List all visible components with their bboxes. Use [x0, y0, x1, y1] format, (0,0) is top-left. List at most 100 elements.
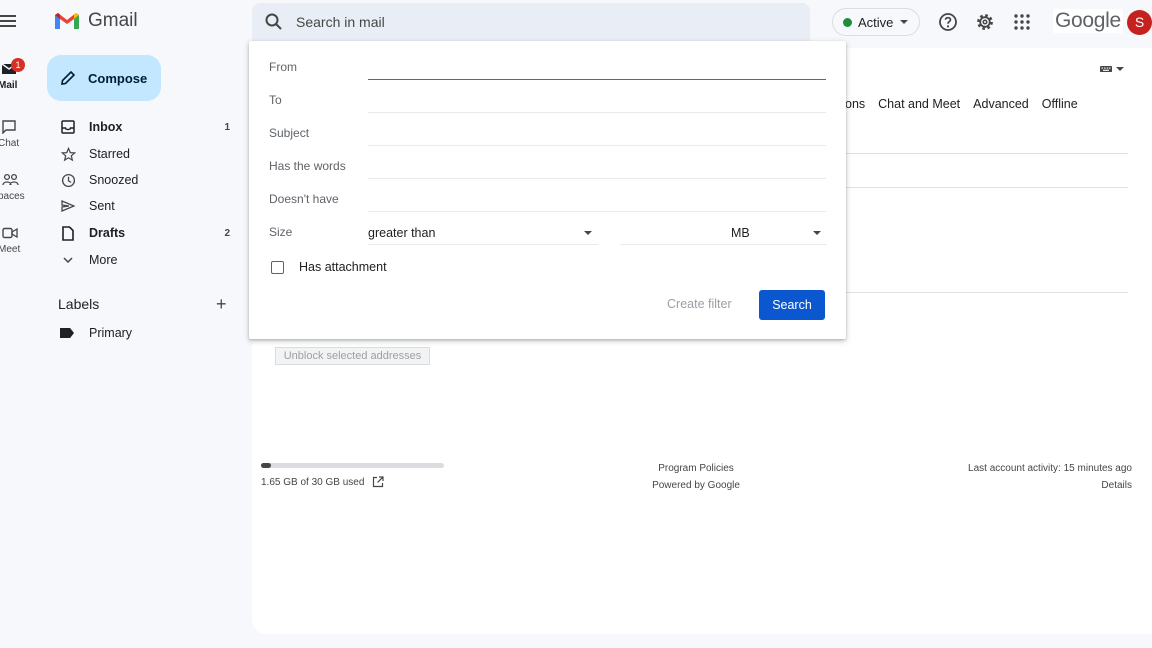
size-operator-value: greater than: [368, 225, 436, 240]
status-dot: [843, 17, 852, 27]
rail-meet-label: Meet: [0, 244, 21, 255]
to-input[interactable]: [368, 89, 826, 113]
divider: [846, 153, 1128, 154]
rail-spaces[interactable]: paces: [0, 173, 38, 202]
open-external-icon[interactable]: [372, 476, 385, 488]
has-words-label: Has the words: [269, 159, 346, 173]
size-row: Size greater than MB: [269, 217, 827, 247]
subject-input[interactable]: [368, 122, 826, 146]
chevron-down-icon: [60, 252, 76, 268]
nav-item-snoozed[interactable]: Snoozed: [60, 167, 236, 193]
clock-icon: [60, 172, 76, 188]
pencil-icon: [61, 70, 76, 85]
google-wordmark: Google: [1055, 9, 1121, 32]
caret-down-icon: [900, 20, 909, 24]
status-label: Active: [858, 14, 894, 30]
google-account-logo[interactable]: Google: [1053, 9, 1123, 33]
last-activity-text: Last account activity: 15 minutes ago: [968, 463, 1132, 474]
tab-chat-and-meet[interactable]: Chat and Meet: [878, 97, 960, 111]
has-attachment-option: Has attachment: [271, 260, 387, 274]
send-icon: [60, 198, 76, 214]
has-attachment-checkbox[interactable]: [271, 260, 284, 274]
doesnt-have-input[interactable]: [368, 188, 826, 212]
search-input[interactable]: [296, 14, 776, 30]
from-input[interactable]: [368, 56, 826, 80]
storage-bar-fill: [261, 463, 272, 468]
nav-count: 1: [224, 121, 230, 133]
size-operator-select[interactable]: greater than: [368, 221, 598, 245]
video-camera-icon: [2, 226, 20, 242]
has-words-row: Has the words: [269, 151, 826, 181]
divider: [846, 292, 1128, 293]
settings-tabs: ons Chat and Meet Advanced Offline: [845, 97, 1078, 111]
nav-item-more[interactable]: More: [60, 247, 236, 273]
nav-item-drafts[interactable]: Drafts 2: [60, 220, 236, 246]
from-label: From: [269, 60, 297, 74]
nav-item-starred[interactable]: Starred: [60, 141, 236, 167]
doesnt-have-label: Doesn't have: [269, 192, 339, 206]
rail-chat-label: Chat: [0, 138, 20, 149]
nav-item-sent[interactable]: Sent: [60, 193, 236, 219]
account-activity: Last account activity: 15 minutes ago De…: [968, 460, 1132, 494]
draft-icon: [60, 225, 76, 241]
size-unit-value: MB: [731, 225, 750, 240]
settings-gear-icon[interactable]: [975, 12, 995, 32]
to-row: To: [269, 85, 826, 115]
caret-down-icon: [584, 230, 592, 235]
tab-offline[interactable]: Offline: [1042, 97, 1078, 111]
status-selector[interactable]: Active: [832, 8, 920, 36]
rail-meet[interactable]: Meet: [0, 226, 38, 255]
storage-info: 1.65 GB of 30 GB used: [261, 476, 385, 488]
divider: [846, 187, 1128, 188]
label-name: Primary: [89, 326, 133, 340]
compose-button[interactable]: Compose: [47, 55, 161, 101]
search-options-panel: From To Subject Has the words Doesn't ha…: [249, 41, 846, 339]
search-bar: [252, 3, 810, 41]
to-label: To: [269, 93, 282, 107]
gmail-logo[interactable]: Gmail: [54, 10, 138, 32]
compose-label: Compose: [88, 70, 148, 86]
storage-bar: [261, 463, 444, 468]
apps-grid-icon[interactable]: [1012, 12, 1032, 32]
powered-by-text: Powered by Google: [652, 480, 740, 491]
storage-text: 1.65 GB of 30 GB used: [261, 476, 365, 488]
label-tag-icon: [60, 328, 74, 338]
search-icon[interactable]: [264, 12, 284, 32]
star-icon: [60, 146, 76, 162]
account-avatar[interactable]: S: [1127, 10, 1152, 35]
chat-icon: [2, 120, 20, 136]
main-menu-icon[interactable]: [0, 12, 18, 30]
create-filter-button[interactable]: Create filter: [667, 297, 732, 311]
tab-advanced[interactable]: Advanced: [973, 97, 1029, 111]
app-name: Gmail: [88, 10, 138, 31]
label-item-primary[interactable]: Primary: [60, 326, 132, 340]
plus-icon[interactable]: +: [216, 294, 227, 315]
caret-down-icon: [1116, 67, 1124, 71]
nav-label: Inbox: [89, 120, 123, 134]
has-words-input[interactable]: [368, 155, 826, 179]
subject-label: Subject: [269, 126, 310, 140]
inbox-icon: [60, 119, 76, 135]
details-link[interactable]: Details: [968, 477, 1132, 494]
program-policies-link[interactable]: Program Policies: [630, 460, 762, 477]
help-icon[interactable]: [938, 12, 958, 32]
rail-mail[interactable]: 1 Mail: [0, 58, 38, 91]
nav-label: Snoozed: [89, 173, 139, 187]
nav-label: Starred: [89, 147, 130, 161]
footer-links: Program Policies Powered by Google: [630, 460, 762, 494]
labels-heading: Labels: [58, 296, 100, 312]
nav-label: More: [89, 253, 118, 267]
size-unit-select[interactable]: MB: [731, 221, 827, 245]
size-value-input[interactable]: [620, 221, 738, 245]
tab-partial[interactable]: ons: [845, 97, 865, 111]
rail-spaces-label: paces: [0, 191, 25, 202]
has-attachment-label: Has attachment: [299, 260, 387, 274]
spaces-icon: [2, 173, 20, 189]
from-row: From: [269, 52, 826, 82]
mail-unread-badge: 1: [11, 58, 25, 72]
nav-item-inbox[interactable]: Inbox 1: [60, 114, 236, 140]
search-button[interactable]: Search: [759, 290, 825, 320]
unblock-addresses-button[interactable]: Unblock selected addresses: [275, 347, 430, 365]
rail-chat[interactable]: Chat: [0, 120, 38, 149]
keyboard-icon[interactable]: [1100, 64, 1124, 74]
